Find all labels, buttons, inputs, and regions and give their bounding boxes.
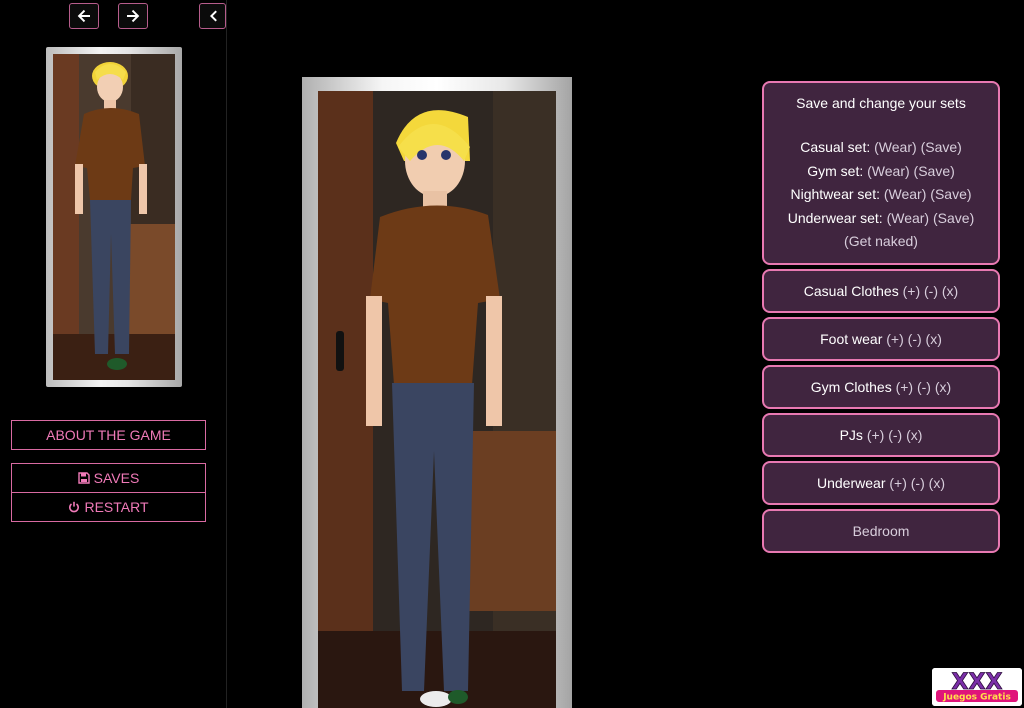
back-button[interactable] [69, 3, 99, 29]
save-casual-set-link[interactable]: (Save) [921, 139, 962, 155]
clothes-category-label: Underwear [817, 475, 886, 491]
clothes-category-label: Gym Clothes [810, 379, 892, 395]
floppy-disk-icon [77, 472, 90, 484]
arrow-right-icon [127, 9, 140, 23]
set-row-naked: (Get naked) [764, 230, 998, 254]
add-gym-link[interactable]: (+) [896, 379, 914, 395]
add-pjs-link[interactable]: (+) [867, 427, 885, 443]
location-bedroom-button[interactable]: Bedroom [762, 509, 1000, 553]
restart-button[interactable]: RESTART [11, 492, 206, 522]
sets-panel-title: Save and change your sets [796, 95, 966, 111]
wear-gym-set-link[interactable]: (Wear) [867, 163, 910, 179]
set-row-underwear: Underwear set: (Wear) (Save) [764, 207, 998, 231]
sets-panel: Save and change your sets Casual set: (W… [762, 81, 1000, 265]
remove-footwear-link[interactable]: (-) [908, 331, 922, 347]
character-thumbnail-frame [46, 47, 182, 387]
clothes-panel-underwear: Underwear (+) (-) (x) [762, 461, 1000, 505]
sidebar: ABOUT THE GAME SAVES RESTART [0, 0, 227, 708]
power-icon [69, 501, 80, 513]
clear-pjs-link[interactable]: (x) [906, 427, 922, 443]
clothes-panel-footwear: Foot wear (+) (-) (x) [762, 317, 1000, 361]
set-row-gym: Gym set: (Wear) (Save) [764, 160, 998, 184]
clear-underwear-link[interactable]: (x) [929, 475, 945, 491]
get-naked-link[interactable]: (Get naked) [844, 233, 918, 249]
wear-underwear-set-link[interactable]: (Wear) [887, 210, 930, 226]
clothes-category-label: Foot wear [820, 331, 883, 347]
remove-underwear-link[interactable]: (-) [911, 475, 925, 491]
clear-gym-link[interactable]: (x) [935, 379, 951, 395]
add-casual-link[interactable]: (+) [903, 283, 921, 299]
watermark-logo: XXX Juegos Gratis [932, 668, 1022, 706]
character-portrait-frame [302, 77, 572, 708]
location-label: Bedroom [852, 523, 910, 539]
set-row-nightwear: Nightwear set: (Wear) (Save) [764, 183, 998, 207]
arrow-left-icon [77, 9, 90, 23]
forward-button[interactable] [118, 3, 148, 29]
save-gym-set-link[interactable]: (Save) [914, 163, 955, 179]
set-name: Nightwear set: [790, 186, 880, 202]
collapse-sidebar-button[interactable] [199, 3, 226, 29]
about-the-game-label: ABOUT THE GAME [46, 427, 171, 443]
clothes-panel-gym: Gym Clothes (+) (-) (x) [762, 365, 1000, 409]
character-portrait [318, 91, 556, 708]
add-footwear-link[interactable]: (+) [886, 331, 904, 347]
clothes-panel-casual: Casual Clothes (+) (-) (x) [762, 269, 1000, 313]
clothes-panel-pjs: PJs (+) (-) (x) [762, 413, 1000, 457]
clothes-category-label: Casual Clothes [803, 283, 899, 299]
set-name: Gym set: [807, 162, 864, 179]
remove-pjs-link[interactable]: (-) [888, 427, 902, 443]
remove-gym-link[interactable]: (-) [917, 379, 931, 395]
about-the-game-button[interactable]: ABOUT THE GAME [11, 420, 206, 450]
set-name: Underwear set: [787, 209, 883, 226]
wear-nightwear-set-link[interactable]: (Wear) [884, 186, 927, 202]
character-thumbnail [53, 54, 175, 380]
save-nightwear-set-link[interactable]: (Save) [930, 186, 971, 202]
wear-casual-set-link[interactable]: (Wear) [874, 139, 917, 155]
chevron-left-icon [209, 10, 217, 22]
svg-text:Juegos Gratis: Juegos Gratis [942, 693, 1011, 703]
restart-label: RESTART [84, 499, 149, 515]
clear-casual-link[interactable]: (x) [942, 283, 958, 299]
save-underwear-set-link[interactable]: (Save) [933, 210, 974, 226]
remove-casual-link[interactable]: (-) [924, 283, 938, 299]
add-underwear-link[interactable]: (+) [889, 475, 907, 491]
clothes-category-label: PJs [839, 427, 863, 443]
saves-label: SAVES [93, 470, 140, 486]
clear-footwear-link[interactable]: (x) [926, 331, 942, 347]
set-row-casual: Casual set: (Wear) (Save) [764, 136, 998, 160]
saves-button[interactable]: SAVES [11, 463, 206, 493]
set-name: Casual set: [800, 139, 871, 155]
